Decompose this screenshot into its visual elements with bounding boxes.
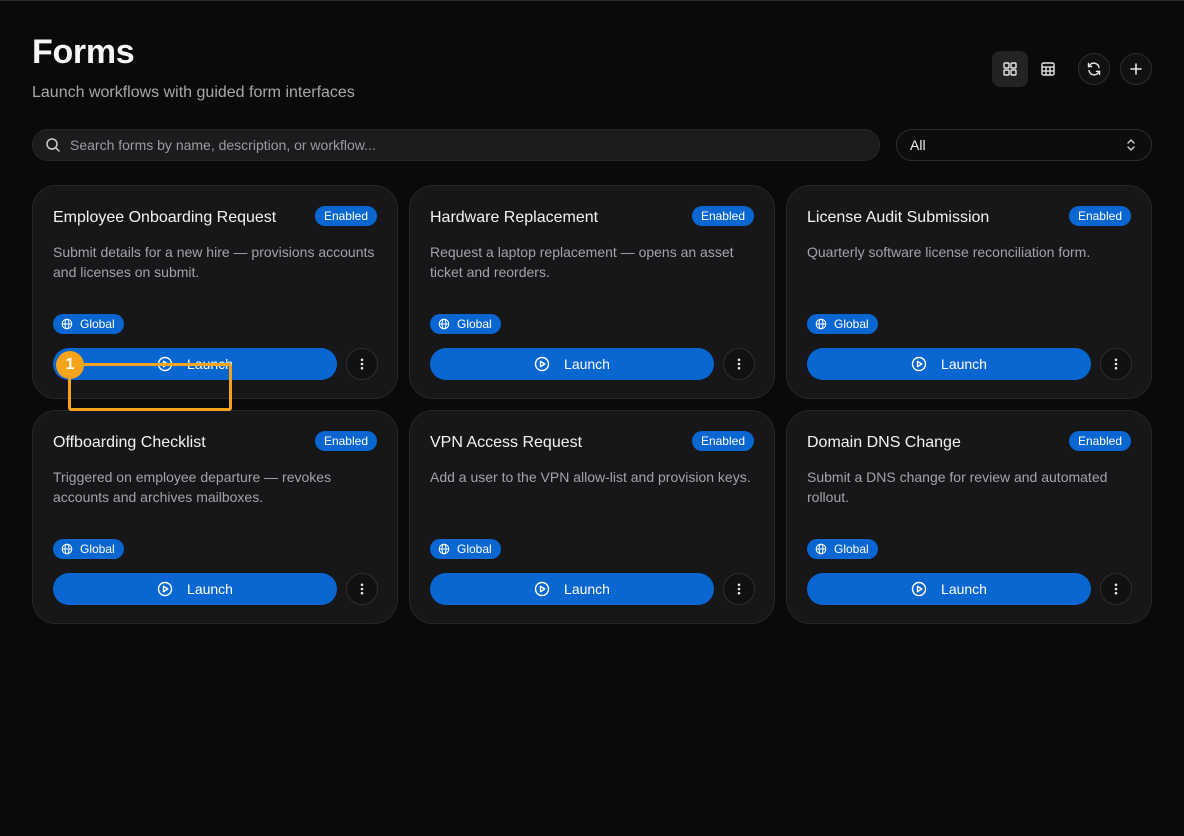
status-filter-select[interactable]: All [896,129,1152,161]
annotation-highlight-box [68,363,232,411]
more-options-button[interactable] [346,348,378,380]
more-vertical-icon [737,583,741,595]
scope-badge: Global [53,314,124,334]
launch-label: Launch [187,581,233,597]
scope-label: Global [80,317,115,331]
globe-icon [61,318,73,330]
search-icon [46,138,60,152]
launch-label: Launch [941,356,987,372]
more-options-button[interactable] [346,573,378,605]
more-vertical-icon [737,358,741,370]
table-view-button[interactable] [1030,51,1066,87]
scope-badge: Global [53,539,124,559]
grid-view-button[interactable] [992,51,1028,87]
annotation-marker: 1 [56,351,84,379]
play-circle-icon [157,581,173,597]
scope-badge: Global [430,314,501,334]
more-options-button[interactable] [1100,348,1132,380]
form-description: Quarterly software license reconciliatio… [807,244,1091,260]
top-divider [0,0,1184,1]
play-circle-icon [534,581,550,597]
search-bar[interactable] [32,129,880,161]
scope-badge: Global [807,539,878,559]
more-vertical-icon [1114,358,1118,370]
refresh-button[interactable] [1078,53,1110,85]
scope-label: Global [457,542,492,556]
scope-label: Global [80,542,115,556]
status-badge: Enabled [691,206,754,226]
status-badge: Enabled [1068,206,1131,226]
status-badge: Enabled [314,431,377,451]
form-card: Hardware Replacement Enabled Request a l… [409,185,775,399]
plus-icon [1130,63,1142,75]
scope-badge: Global [430,539,501,559]
more-vertical-icon [360,358,364,370]
launch-label: Launch [564,581,610,597]
globe-icon [438,318,450,330]
table-icon [1041,62,1055,76]
more-options-button[interactable] [723,348,755,380]
status-badge: Enabled [1068,431,1131,451]
chevron-up-down-icon [1127,139,1135,151]
form-title: License Audit Submission [807,209,990,226]
globe-icon [61,543,73,555]
launch-label: Launch [941,581,987,597]
form-card: VPN Access Request Enabled Add a user to… [409,410,775,624]
add-form-button[interactable] [1120,53,1152,85]
play-circle-icon [911,581,927,597]
launch-button[interactable]: Launch [430,573,714,605]
globe-icon [815,318,827,330]
more-vertical-icon [360,583,364,595]
more-options-button[interactable] [1100,573,1132,605]
form-description: Submit details for a new hire — provisio… [53,244,375,280]
launch-label: Launch [564,356,610,372]
grid-icon [1003,62,1017,76]
form-card: Domain DNS Change Enabled Submit a DNS c… [786,410,1152,624]
form-title: Offboarding Checklist [53,434,206,451]
refresh-icon [1087,62,1101,76]
page-title: Forms [32,33,135,71]
form-description: Triggered on employee departure — revoke… [53,469,332,505]
play-circle-icon [911,356,927,372]
form-description: Add a user to the VPN allow-list and pro… [430,469,751,485]
launch-button[interactable]: Launch [53,573,337,605]
globe-icon [815,543,827,555]
scope-label: Global [834,317,869,331]
form-card: License Audit Submission Enabled Quarter… [786,185,1152,399]
scope-badge: Global [807,314,878,334]
search-input[interactable] [70,137,860,153]
form-title: Employee Onboarding Request [53,209,277,226]
form-description: Request a laptop replacement — opens an … [430,244,734,280]
form-title: Domain DNS Change [807,434,961,451]
more-options-button[interactable] [723,573,755,605]
status-badge: Enabled [314,206,377,226]
status-badge: Enabled [691,431,754,451]
scope-label: Global [457,317,492,331]
play-circle-icon [534,356,550,372]
launch-button[interactable]: Launch [430,348,714,380]
form-title: VPN Access Request [430,434,583,451]
form-card: Offboarding Checklist Enabled Triggered … [32,410,398,624]
form-title: Hardware Replacement [430,209,599,226]
filter-selected-value: All [910,137,926,153]
launch-button[interactable]: Launch [807,348,1091,380]
form-description: Submit a DNS change for review and autom… [807,469,1108,505]
scope-label: Global [834,542,869,556]
view-toolbar [992,51,1152,87]
globe-icon [438,543,450,555]
page-subtitle: Launch workflows with guided form interf… [32,84,355,101]
more-vertical-icon [1114,583,1118,595]
launch-button[interactable]: Launch [807,573,1091,605]
